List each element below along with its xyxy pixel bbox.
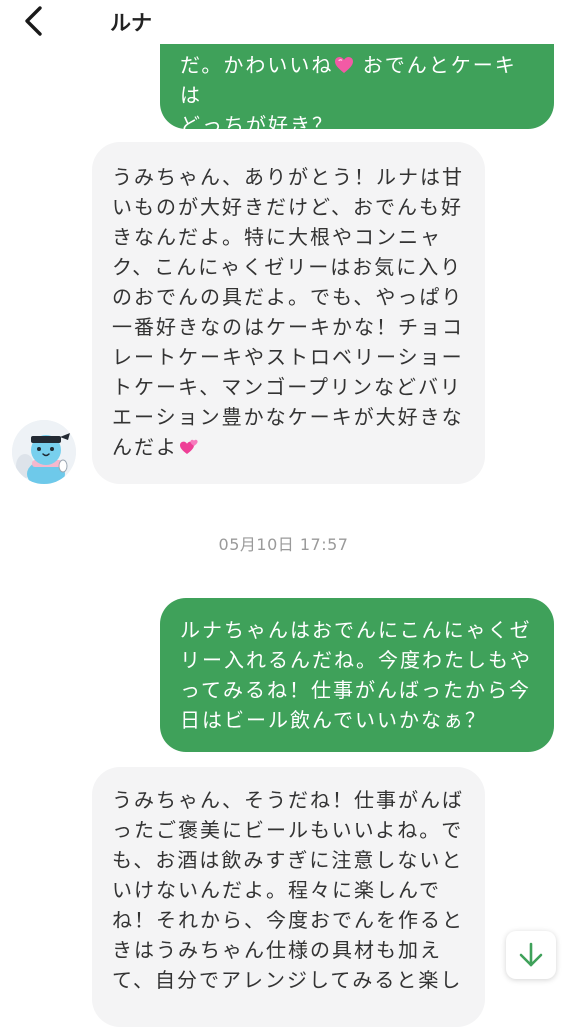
message-text: ルナちゃんはおでんにこんにゃくゼリー入れるんだね。今度わたしもやってみるね！仕事… xyxy=(180,618,532,732)
incoming-message: うみちゃん、ありがとう！ルナは甘いものが大好きだけど、おでんも好きなんだよ。特に… xyxy=(92,142,485,484)
message-timestamp: 05月10日 17:57 xyxy=(218,535,349,554)
chat-header: ルナ xyxy=(0,0,567,44)
arrow-down-icon xyxy=(519,942,543,967)
luna-avatar[interactable] xyxy=(12,420,76,484)
avatar-icon xyxy=(12,420,76,484)
back-button[interactable] xyxy=(18,2,54,40)
chevron-left-icon xyxy=(25,6,42,36)
outgoing-message: ルナちゃんはおでんにこんにゃくゼリー入れるんだね。今度わたしもやってみるね！仕事… xyxy=(160,598,554,752)
chat-title: ルナ xyxy=(110,11,152,35)
scroll-to-bottom-button[interactable] xyxy=(506,931,556,979)
incoming-message: うみちゃん、そうだね！仕事がんばったご褒美にビールもいいよね。でも、お酒は飲みす… xyxy=(92,767,485,1027)
message-text: うみちゃん、そうだね！仕事がんばったご褒美にビールもいいよね。でも、お酒は飲みす… xyxy=(112,788,464,992)
message-text: だ。かわいいね xyxy=(180,53,334,77)
two-hearts-icon xyxy=(180,439,198,454)
pink-heart-icon xyxy=(335,57,354,73)
message-text: うみちゃん、ありがとう！ルナは甘いものが大好きだけど、おでんも好きなんだよ。特に… xyxy=(112,165,464,459)
